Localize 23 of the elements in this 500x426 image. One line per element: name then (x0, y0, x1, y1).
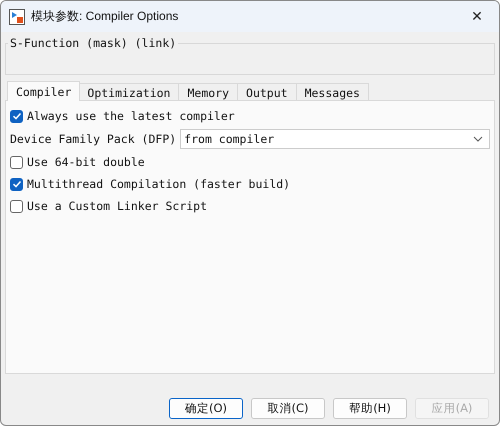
checkbox-label: Multithread Compilation (faster build) (27, 177, 290, 191)
dialog-button[interactable]: 帮助(H) (333, 398, 407, 419)
checkbox-label: Use 64-bit double (27, 155, 145, 169)
checkbox[interactable] (10, 156, 23, 168)
checkbox[interactable] (10, 110, 23, 122)
group-title: S-Function (mask) (link) (8, 36, 178, 50)
tab[interactable]: Compiler (7, 81, 80, 101)
chevron-down-icon (473, 136, 483, 142)
dialog-button[interactable]: 确定(O) (169, 398, 243, 419)
checkbox-label: Use a Custom Linker Script (27, 199, 208, 213)
app-icon (9, 8, 25, 24)
dialog-button[interactable]: 取消(C) (251, 398, 325, 419)
tab[interactable]: Memory (178, 83, 238, 101)
checkbox-label: Always use the latest compiler (27, 109, 235, 123)
field-label: Device Family Pack (DFP) (10, 132, 176, 146)
dropdown[interactable]: from compiler (180, 129, 490, 149)
tab[interactable]: Messages (296, 83, 369, 101)
checkbox[interactable] (10, 200, 23, 212)
window-title: 模块参数: Compiler Options (31, 8, 180, 25)
checkbox[interactable] (10, 178, 23, 190)
tab[interactable]: Optimization (78, 83, 180, 101)
tab[interactable]: Output (237, 83, 297, 101)
close-button[interactable]: ✕ (455, 1, 499, 32)
